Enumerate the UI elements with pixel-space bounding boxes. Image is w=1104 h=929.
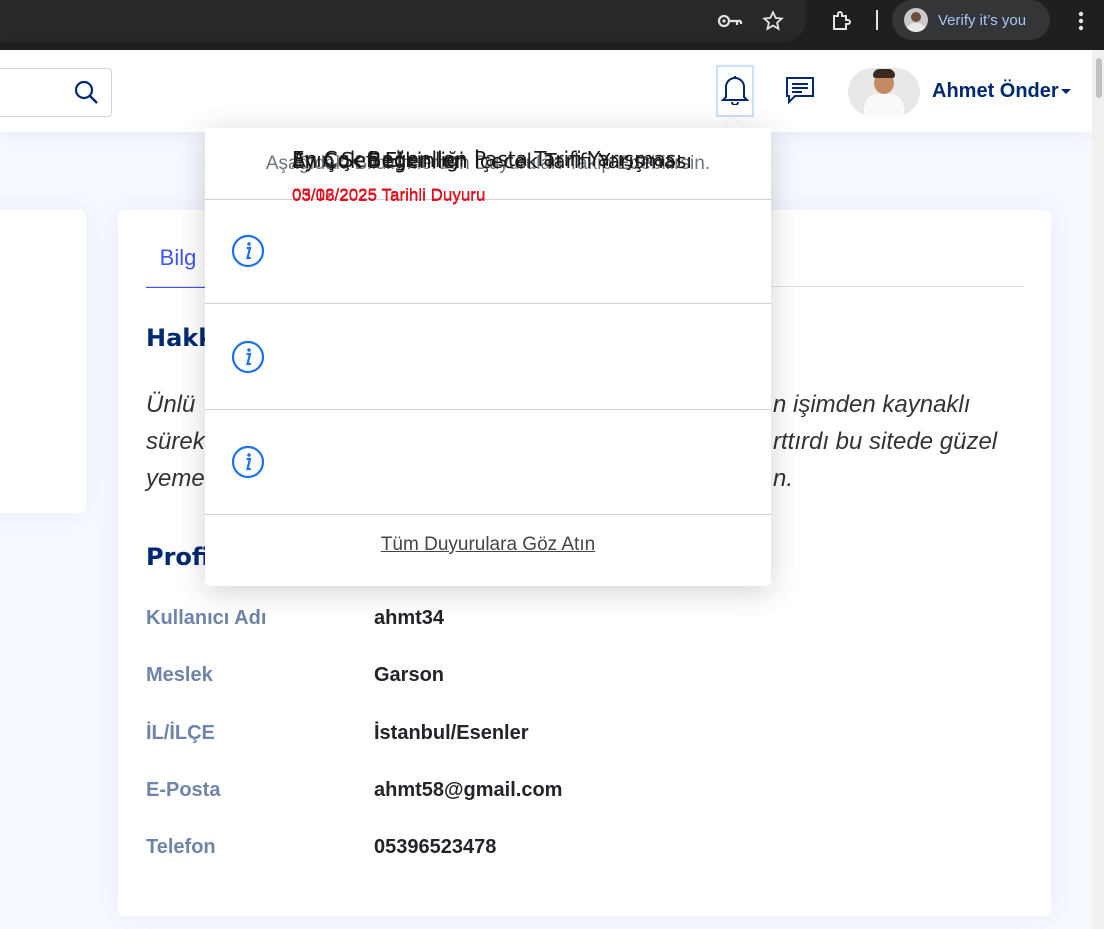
detail-value-job: Garson [374,664,445,686]
about-line-1: Ünlü [146,391,196,418]
detail-label-username: Kullanıcı Adı [146,607,267,629]
detail-value-email: ahmt58@gmail.com [374,779,563,801]
avatar-hair [873,69,895,78]
detail-label-job: Meslek [146,664,213,686]
about-line-3-end: n. [773,465,794,492]
detail-label-email: E-Posta [146,779,221,801]
info-icon [231,234,265,268]
notification-item[interactable]: En Çok Beğenilen İçecek Tarifi Yarışması… [205,149,771,408]
star-icon[interactable] [758,6,788,36]
notification-item[interactable]: Ayın Şefi Etkinliği 03/12/2025 Tarihli D… [205,148,771,514]
detail-label-phone: Telefon [146,836,216,858]
notification-date: 03/12/2025 Tarihli Duyuru [292,185,486,204]
bell-icon [720,73,750,110]
verify-profile-button[interactable]: Verify it’s you [892,0,1050,40]
chat-icon [784,75,816,110]
notification-item[interactable]: En Çok Beğenilen Pasta Tarifi Yarışması … [205,147,771,304]
about-line-2-end: rttırdı bu sitede güzel [773,428,998,455]
page-scrollbar[interactable] [1092,50,1104,929]
messages-button[interactable] [780,72,820,112]
scrollbar-thumb[interactable] [1096,58,1102,98]
extensions-icon[interactable] [826,6,856,36]
browser-chrome: Verify it’s you [0,0,1104,50]
about-line-1-end: n işimden kaynaklı [773,391,971,418]
about-line-3: yeme [146,465,205,492]
profile-avatar [904,8,928,32]
address-bar[interactable] [0,0,806,42]
notifications-dropdown: Aşağıdaki Bildirimlerden Duyuruları Taki… [205,128,771,586]
more-vertical-icon[interactable] [1066,6,1096,36]
info-icon [231,340,265,374]
info-icon [231,445,265,479]
user-name[interactable]: Ahmet Önder [932,80,1059,103]
avatar-figure [864,94,904,116]
notifications-button[interactable] [716,65,754,117]
about-title: Hakk [146,324,215,352]
tab-overview[interactable]: Bilg [146,240,210,288]
detail-label-city: İL/İLÇE [146,722,215,744]
key-icon[interactable] [715,6,745,36]
toolbar-divider [876,10,878,30]
search-input[interactable] [0,68,112,117]
about-line-2: sürek [146,428,205,455]
verify-label: Verify it’s you [938,11,1027,29]
detail-value-city: İstanbul/Esenler [374,722,529,744]
notification-title: Ayın Şefi Etkinliği [292,148,465,172]
detail-value-username: ahmt34 [374,607,445,629]
search-icon[interactable] [73,79,99,105]
chevron-down-icon[interactable] [1061,89,1071,94]
all-announcements-link[interactable]: Tüm Duyurulara Göz Atın [205,515,771,575]
profile-card [0,210,86,513]
app-header: Ahmet Önder [0,50,1092,132]
user-avatar[interactable] [848,68,920,116]
detail-value-phone: 05396523478 [374,836,497,858]
